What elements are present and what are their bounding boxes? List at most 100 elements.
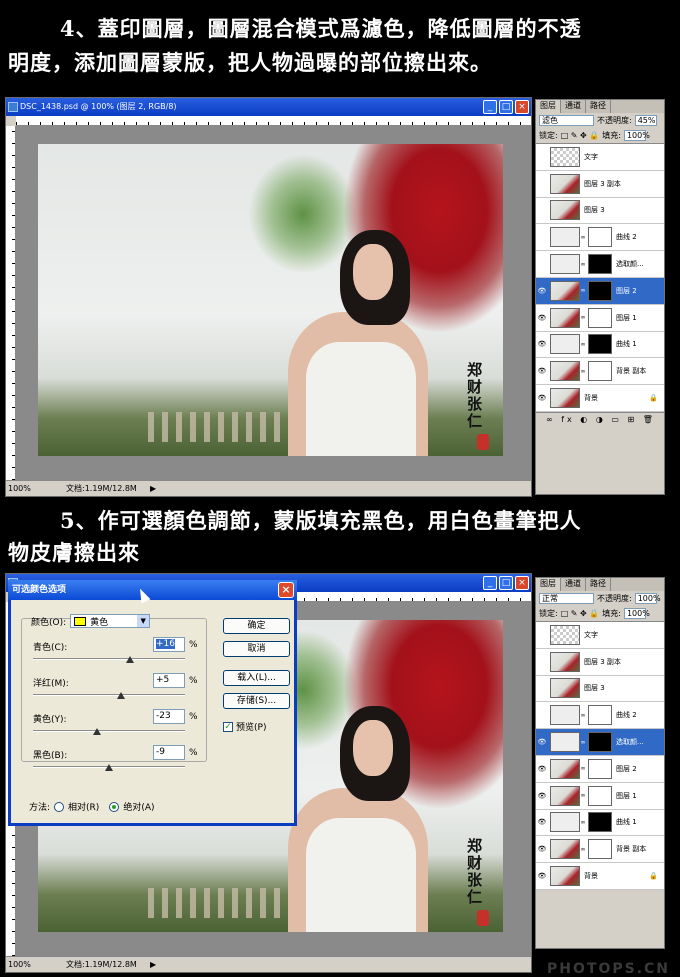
cyan-slider-track[interactable] xyxy=(33,658,185,660)
zoom-level[interactable]: 100% xyxy=(8,481,31,496)
eye-icon[interactable]: 👁 xyxy=(536,765,548,773)
maximize-button[interactable]: □ xyxy=(499,576,513,590)
tab-layers[interactable]: 图层 xyxy=(536,578,561,591)
fill-input[interactable]: 100% xyxy=(623,608,650,619)
cancel-button[interactable]: 取消 xyxy=(223,641,290,657)
layers-footer-buttons[interactable]: ∞ fx ◐ ◑ ▭ ⊞ 🗑 xyxy=(536,411,664,426)
eye-icon[interactable]: 👁 xyxy=(536,738,548,746)
tab-channels[interactable]: 通道 xyxy=(561,578,586,591)
layer-mask-thumbnail[interactable] xyxy=(588,758,612,779)
layer-row[interactable]: 👁 ∞ 背景 副本 xyxy=(536,836,664,864)
eye-icon[interactable]: 👁 xyxy=(536,287,548,295)
layer-mask-thumbnail[interactable] xyxy=(588,732,612,753)
yellow-slider-thumb[interactable] xyxy=(93,728,101,735)
layer-row[interactable]: 👁 ∞ 曲线 1 xyxy=(536,332,664,359)
eye-icon[interactable]: 👁 xyxy=(536,340,548,348)
maximize-button[interactable]: □ xyxy=(499,100,513,114)
black-slider-thumb[interactable] xyxy=(105,764,113,771)
status-menu-arrow-icon[interactable]: ▶ xyxy=(150,481,156,496)
layer-row[interactable]: 图层 3 xyxy=(536,676,664,703)
zoom-level[interactable]: 100% xyxy=(8,957,31,972)
load-button[interactable]: 载入(L)... xyxy=(223,670,290,686)
tab-paths[interactable]: 路径 xyxy=(586,578,611,591)
yellow-input[interactable]: -23 xyxy=(153,709,185,724)
lock-icons[interactable]: □ ✎ ✥ 🔒 xyxy=(561,131,600,140)
absolute-radio[interactable] xyxy=(109,801,120,812)
tab-channels[interactable]: 通道 xyxy=(561,100,586,113)
layer-mask-thumbnail[interactable] xyxy=(588,280,612,301)
eye-icon[interactable]: 👁 xyxy=(536,314,548,322)
layer-row[interactable]: 👁 背景 🔒 xyxy=(536,863,664,890)
preview-checkbox[interactable]: ✓ xyxy=(223,721,233,732)
layer-mask-thumbnail[interactable] xyxy=(588,227,612,248)
layer-row[interactable]: ∞ 曲线 2 xyxy=(536,702,664,730)
fill-input[interactable]: 100% xyxy=(623,130,650,141)
layer-row[interactable]: 文字 xyxy=(536,144,664,171)
opacity-input[interactable]: 45% xyxy=(634,115,657,126)
minimize-button[interactable]: _ xyxy=(483,100,497,114)
layer-row[interactable]: 👁 ∞ 图层 2 xyxy=(536,756,664,783)
magenta-slider-track[interactable] xyxy=(33,694,185,696)
blend-mode-select[interactable]: 滤色 xyxy=(539,115,594,126)
status-menu-arrow-icon[interactable]: ▶ xyxy=(150,957,156,972)
canvas-area[interactable]: 郑财张仁 xyxy=(16,126,531,480)
layer-mask-thumbnail[interactable] xyxy=(588,705,612,726)
layer-mask-thumbnail[interactable] xyxy=(588,812,612,833)
relative-label[interactable]: 相对(R) xyxy=(68,800,99,813)
layer-mask-thumbnail[interactable] xyxy=(588,839,612,860)
layer-row[interactable]: 图层 3 副本 xyxy=(536,171,664,198)
layer-row[interactable]: 👁 ∞ 图层 1 xyxy=(536,783,664,810)
close-button[interactable]: × xyxy=(515,576,529,590)
minimize-button[interactable]: _ xyxy=(483,576,497,590)
tab-layers[interactable]: 图层 xyxy=(536,100,561,113)
layer-row[interactable]: 👁 背景 🔒 xyxy=(536,385,664,412)
lock-icons[interactable]: □ ✎ ✥ 🔒 xyxy=(561,609,600,618)
bride-photo[interactable]: 郑财张仁 xyxy=(38,144,503,456)
magenta-input[interactable]: +5 xyxy=(153,673,185,688)
colors-dropdown[interactable]: 黄色 ▼ xyxy=(70,614,151,628)
eye-icon[interactable]: 👁 xyxy=(536,872,548,880)
eye-icon[interactable]: 👁 xyxy=(536,845,548,853)
opacity-input[interactable]: 100% xyxy=(634,593,661,604)
close-button[interactable]: × xyxy=(515,100,529,114)
eye-icon[interactable]: 👁 xyxy=(536,792,548,800)
window-titlebar[interactable]: DSC_1438.psd @ 100% (图层 2, RGB/8) _ □ × xyxy=(6,98,531,116)
cyan-slider-thumb[interactable] xyxy=(126,656,134,663)
layer-mask-thumbnail[interactable] xyxy=(588,254,612,275)
layer-mask-thumbnail[interactable] xyxy=(588,361,612,382)
absolute-label[interactable]: 绝对(A) xyxy=(123,800,154,813)
layer-row[interactable]: 文字 xyxy=(536,622,664,649)
layer-row[interactable]: 👁 ∞ 图层 1 xyxy=(536,305,664,332)
save-button[interactable]: 存储(S)... xyxy=(223,693,290,709)
layer-mask-thumbnail[interactable] xyxy=(588,334,612,355)
eye-icon[interactable]: 👁 xyxy=(536,394,548,402)
layer-row[interactable]: 👁 ∞ 曲线 1 xyxy=(536,810,664,837)
layer-row[interactable]: 👁 ∞ 背景 副本 xyxy=(536,358,664,386)
layer-mask-thumbnail[interactable] xyxy=(588,785,612,806)
layer-row[interactable]: ∞ 选取颜... xyxy=(536,251,664,278)
cyan-input[interactable]: +16 xyxy=(153,637,185,652)
relative-radio[interactable] xyxy=(54,801,65,812)
dialog-titlebar[interactable]: 可选颜色选项 × xyxy=(8,580,297,600)
preview-checkbox-row[interactable]: ✓ 预览(P) xyxy=(223,720,266,733)
ok-button[interactable]: 确定 xyxy=(223,618,290,634)
layer-row[interactable]: ∞ 曲线 2 xyxy=(536,224,664,252)
layer-row-selected[interactable]: 👁 ∞ 选取颜... xyxy=(536,729,664,756)
yellow-slider-track[interactable] xyxy=(33,730,185,732)
status-bar: 100% 文档:1.19M/12.8M ▶ xyxy=(6,480,531,496)
lock-icon: 🔒 xyxy=(649,394,658,403)
chevron-down-icon[interactable]: ▼ xyxy=(137,615,150,627)
black-input[interactable]: -9 xyxy=(153,745,185,760)
layer-row-selected[interactable]: 👁 ∞ 图层 2 xyxy=(536,277,664,305)
blend-mode-select[interactable]: 正常 xyxy=(539,593,594,604)
doc-info[interactable]: 文档:1.19M/12.8M xyxy=(66,481,137,496)
magenta-slider-thumb[interactable] xyxy=(117,692,125,699)
tab-paths[interactable]: 路径 xyxy=(586,100,611,113)
doc-info[interactable]: 文档:1.19M/12.8M xyxy=(66,957,137,972)
layer-row[interactable]: 图层 3 xyxy=(536,198,664,225)
layer-row[interactable]: 图层 3 副本 xyxy=(536,649,664,676)
eye-icon[interactable]: 👁 xyxy=(536,818,548,826)
eye-icon[interactable]: 👁 xyxy=(536,367,548,375)
dialog-close-button[interactable]: × xyxy=(278,582,294,598)
layer-mask-thumbnail[interactable] xyxy=(588,307,612,328)
